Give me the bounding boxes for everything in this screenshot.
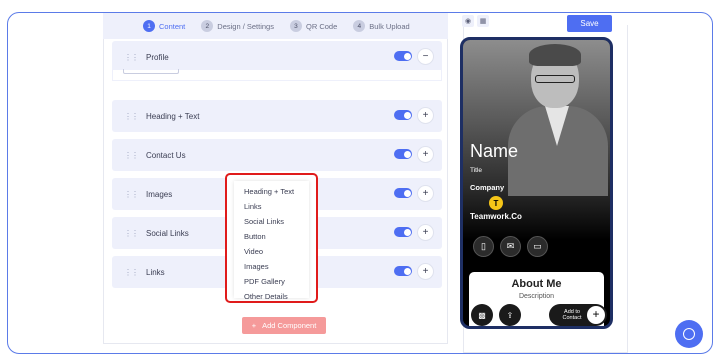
tab-content[interactable]: 1 Content [143, 20, 185, 32]
dropdown-item-pdf-gallery[interactable]: PDF Gallery [234, 274, 309, 289]
step-label: Design / Settings [217, 21, 274, 31]
visibility-toggle[interactable] [394, 51, 412, 61]
expand-button[interactable]: + [417, 224, 434, 241]
component-label: Images [146, 189, 173, 199]
visibility-toggle[interactable] [394, 149, 412, 159]
expand-button[interactable]: + [417, 107, 434, 124]
expand-button[interactable]: + [417, 185, 434, 202]
preview-name: Name [470, 141, 519, 161]
preview-company: Company [470, 183, 505, 192]
chat-bubble-icon [683, 328, 695, 340]
about-description: Description [518, 293, 554, 300]
expand-button[interactable]: + [417, 146, 434, 163]
dropdown-item-social-links[interactable]: Social Links [234, 214, 309, 229]
visibility-toggle[interactable] [394, 188, 412, 198]
add-to-contact-button[interactable]: Add to Contact + [549, 304, 607, 326]
component-label: Links [146, 267, 165, 277]
step-label: QR Code [305, 21, 338, 31]
expand-button[interactable]: + [417, 263, 434, 280]
mail-icon[interactable]: ✉ [500, 236, 521, 257]
step-tabs: 1 Content 2 Design / Settings 3 QR Code … [103, 13, 448, 39]
about-heading: About Me [511, 278, 562, 290]
tab-qr-code[interactable]: 3 QR Code [289, 20, 338, 32]
support-chat-button[interactable] [675, 320, 703, 348]
share-icon[interactable]: ⇪ [499, 304, 521, 326]
save-button[interactable]: Save [567, 15, 612, 32]
add-component-label: Add Component [262, 321, 317, 330]
dropdown-item-images[interactable]: Images [234, 259, 309, 274]
component-contact-us[interactable]: ⋮⋮ Contact Us + [112, 139, 442, 171]
plus-icon: + [587, 306, 605, 324]
contact-icons: ▯ ✉ ▭ [473, 236, 548, 257]
step-number: 4 [353, 20, 366, 32]
dropdown-item-other-details[interactable]: Other Details [234, 289, 309, 304]
dropdown-menu: Heading + Text Links Social Links Button… [234, 181, 309, 301]
component-label: Social Links [146, 228, 189, 238]
chat-icon[interactable]: ▭ [527, 236, 548, 257]
drag-handle-icon[interactable]: ⋮⋮ [124, 53, 139, 62]
photo-hair [529, 44, 581, 66]
drag-handle-icon[interactable]: ⋮⋮ [124, 151, 139, 160]
company-brand: Teamwork.Co [470, 212, 522, 221]
component-type-dropdown: Heading + Text Links Social Links Button… [225, 173, 318, 303]
visibility-toggle[interactable] [394, 266, 412, 276]
step-label: Bulk Upload [369, 21, 410, 31]
dropdown-item-button[interactable]: Button [234, 229, 309, 244]
profile-field[interactable] [123, 69, 179, 74]
photo-glasses [535, 75, 575, 83]
component-label: Heading + Text [146, 111, 200, 121]
drag-handle-icon[interactable]: ⋮⋮ [124, 190, 139, 199]
preview-title: Title [470, 167, 483, 174]
company-logo: T [489, 196, 503, 210]
component-label: Profile [146, 52, 169, 62]
drag-handle-icon[interactable]: ⋮⋮ [124, 112, 139, 121]
profile-photo [463, 40, 610, 240]
collapse-button[interactable]: − [417, 48, 434, 65]
preview-action-bar: ▩ ⇪ Add to Contact + [471, 304, 607, 326]
eye-icon[interactable]: ◉ [462, 15, 474, 27]
qr-code-icon[interactable]: ▩ [471, 304, 493, 326]
visibility-toggle[interactable] [394, 110, 412, 120]
phone-preview: Name Title Company T Teamwork.Co ▯ ✉ ▭ A… [460, 37, 613, 329]
dropdown-item-links[interactable]: Links [234, 199, 309, 214]
step-number: 2 [201, 20, 214, 32]
component-label: Contact Us [146, 150, 186, 160]
grid-icon[interactable]: ▦ [477, 15, 489, 27]
add-component-button[interactable]: + Add Component [242, 317, 326, 334]
tab-design-settings[interactable]: 2 Design / Settings [201, 20, 274, 32]
dropdown-item-heading-text[interactable]: Heading + Text [234, 184, 309, 199]
profile-expanded-area [112, 69, 442, 81]
add-to-contact-label: Add to Contact [562, 308, 582, 321]
component-heading-text[interactable]: ⋮⋮ Heading + Text + [112, 100, 442, 132]
plus-icon: + [251, 321, 257, 330]
step-label: Content [159, 21, 186, 31]
phone-icon[interactable]: ▯ [473, 236, 494, 257]
step-number: 3 [289, 20, 302, 32]
drag-handle-icon[interactable]: ⋮⋮ [124, 229, 139, 238]
drag-handle-icon[interactable]: ⋮⋮ [124, 268, 139, 277]
step-number: 1 [143, 20, 155, 32]
dropdown-item-video[interactable]: Video [234, 244, 309, 259]
tab-bulk-upload[interactable]: 4 Bulk Upload [353, 20, 410, 32]
view-toggle: ◉ ▦ [462, 15, 489, 27]
visibility-toggle[interactable] [394, 227, 412, 237]
